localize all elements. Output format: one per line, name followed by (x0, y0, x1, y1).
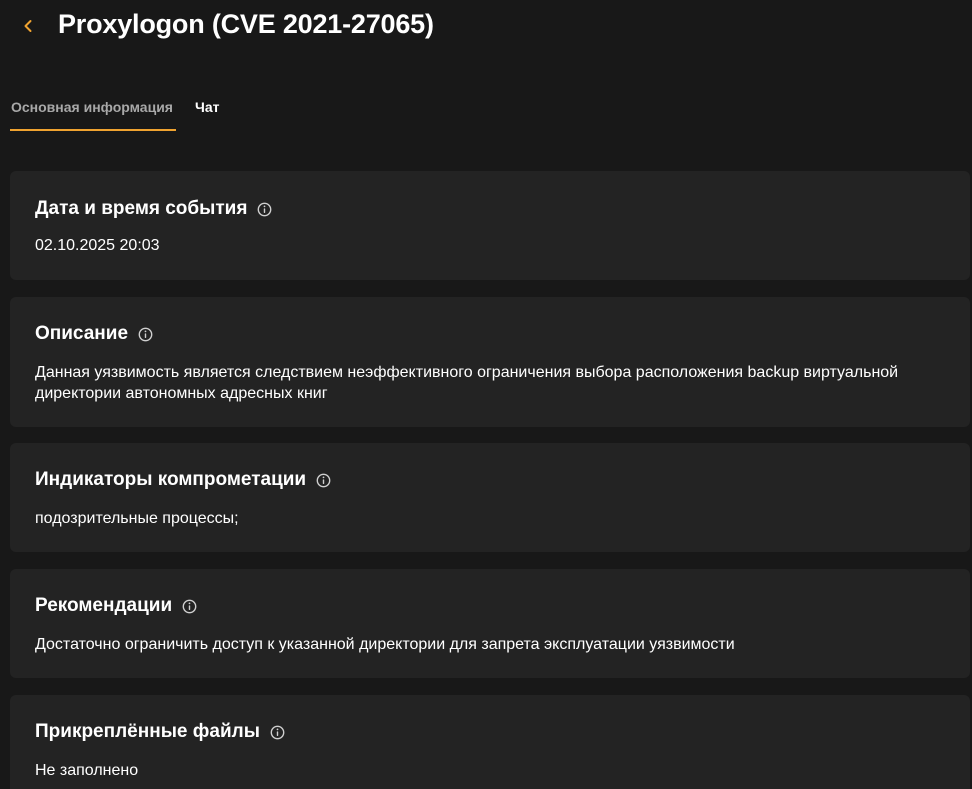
info-icon[interactable] (138, 327, 153, 342)
tab-bar: Основная информация Чат (10, 92, 219, 132)
indicators-title: Индикаторы компрометации (35, 469, 307, 490)
chevron-left-icon (24, 20, 32, 32)
info-icon[interactable] (270, 725, 285, 740)
recommendations-text: Достаточно ограничить доступ к указанной… (35, 636, 735, 653)
indicators-text: подозрительные процессы; (35, 510, 239, 527)
card-title: Описание (35, 323, 153, 345)
attached-files-value: Не заполнено (35, 762, 139, 779)
recommendations-card: Рекомендации Достаточно ограничить досту… (10, 569, 970, 678)
page-header: Proxylogon (CVE 2021-27065) (0, 0, 972, 52)
event-datetime-title: Дата и время события (35, 198, 248, 219)
description-card: Описание Данная уязвимость является след… (10, 297, 970, 427)
card-title: Дата и время события (35, 198, 272, 220)
info-icon[interactable] (316, 473, 331, 488)
info-icon[interactable] (182, 599, 197, 614)
description-title: Описание (35, 323, 129, 344)
indicators-card: Индикаторы компрометации подозрительные … (10, 443, 970, 552)
attached-files-title: Прикреплённые файлы (35, 721, 260, 742)
card-title: Прикреплённые файлы (35, 721, 285, 743)
attached-files-card: Прикреплённые файлы Не заполнено (10, 695, 970, 789)
description-text: Данная уязвимость является следствием не… (35, 364, 899, 402)
incident-page: Proxylogon (CVE 2021-27065) Основная инф… (0, 0, 972, 789)
tab-chat[interactable]: Чат (195, 92, 219, 131)
info-icon[interactable] (257, 202, 272, 217)
back-button[interactable] (16, 12, 40, 40)
tab-main-info[interactable]: Основная информация (10, 92, 176, 131)
event-datetime-value: 02.10.2025 20:03 (35, 237, 160, 254)
recommendations-title: Рекомендации (35, 595, 173, 616)
event-datetime-card: Дата и время события 02.10.2025 20:03 (10, 171, 970, 280)
card-title: Рекомендации (35, 595, 197, 617)
card-title: Индикаторы компрометации (35, 469, 331, 491)
page-title: Proxylogon (CVE 2021-27065) (58, 9, 434, 39)
